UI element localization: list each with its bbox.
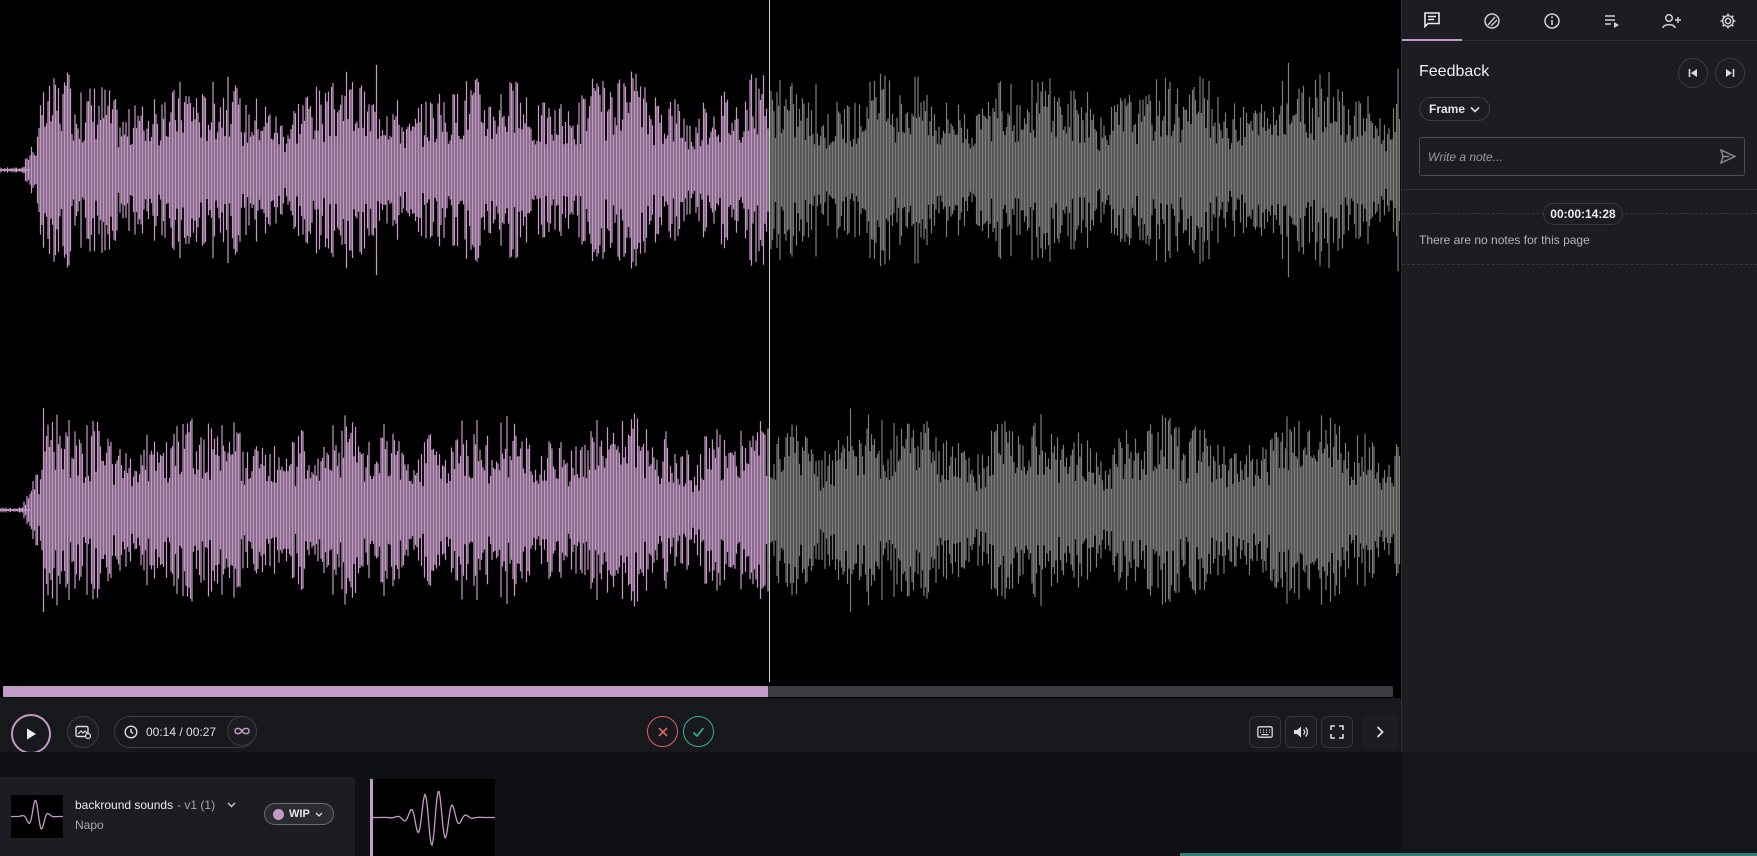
asset-name: backround sounds bbox=[75, 798, 174, 812]
keyboard-shortcuts-button[interactable] bbox=[1249, 716, 1281, 748]
audio-waveform-viewer[interactable] bbox=[0, 0, 1401, 682]
keyboard-icon bbox=[1257, 726, 1273, 738]
reject-button[interactable] bbox=[647, 716, 678, 747]
asset-title-row[interactable]: backround sounds - v1 (1) bbox=[75, 798, 236, 812]
player-controls-bar: 00:14 / 00:27 bbox=[0, 698, 1401, 754]
playhead-line[interactable] bbox=[769, 0, 770, 682]
status-label: WIP bbox=[289, 808, 310, 820]
sidebar-title: Feedback bbox=[1419, 63, 1490, 80]
duration: 00:27 bbox=[186, 725, 217, 739]
chevron-down-icon bbox=[1470, 106, 1480, 113]
sidebar-tabs bbox=[1402, 0, 1757, 41]
loop-button[interactable] bbox=[227, 716, 257, 746]
note-composer bbox=[1419, 137, 1745, 176]
approve-button[interactable] bbox=[683, 716, 714, 747]
chevron-down-icon[interactable] bbox=[227, 802, 236, 808]
current-version-card[interactable]: backround sounds - v1 (1) Napo WIP bbox=[0, 777, 355, 856]
feedback-sidebar: Feedback Frame 00:00:14:28 There are no … bbox=[1401, 0, 1757, 752]
chevron-right-icon bbox=[1376, 726, 1384, 738]
gear-icon bbox=[1720, 13, 1736, 28]
send-icon[interactable] bbox=[1720, 149, 1736, 164]
tab-playlist[interactable] bbox=[1582, 0, 1642, 41]
sidebar-footer bbox=[1401, 752, 1757, 856]
check-icon bbox=[692, 726, 705, 737]
comment-icon bbox=[1424, 11, 1440, 28]
tab-share[interactable] bbox=[1642, 0, 1702, 41]
waveform-left-svg bbox=[0, 62, 1401, 278]
volume-button[interactable] bbox=[1285, 716, 1317, 748]
empty-notes-message: There are no notes for this page bbox=[1419, 233, 1590, 247]
play-button[interactable] bbox=[11, 714, 51, 754]
play-icon bbox=[27, 728, 36, 740]
composer-divider bbox=[1402, 189, 1757, 190]
timeline-clip-thumbnail[interactable] bbox=[370, 779, 495, 856]
current-time: 00:14 bbox=[146, 725, 177, 739]
fullscreen-icon bbox=[1330, 725, 1344, 739]
skip-previous-icon bbox=[1688, 69, 1697, 77]
tab-comments[interactable] bbox=[1402, 0, 1462, 41]
timeline-played-fill bbox=[3, 686, 768, 697]
time-separator: / bbox=[176, 725, 187, 739]
close-icon bbox=[657, 726, 668, 737]
tab-settings[interactable] bbox=[1698, 0, 1757, 41]
palette-icon bbox=[1484, 12, 1500, 29]
asset-version: - v1 (1) bbox=[177, 798, 216, 812]
expand-panel-button[interactable] bbox=[1362, 714, 1398, 750]
previous-note-button[interactable] bbox=[1678, 58, 1708, 88]
timeline-scrubber[interactable] bbox=[3, 686, 1393, 697]
status-dot bbox=[273, 808, 284, 820]
fullscreen-button[interactable] bbox=[1321, 716, 1353, 748]
waveform-right-svg bbox=[0, 407, 1401, 613]
waveform-thumbnail-icon bbox=[11, 799, 63, 830]
playlist-icon bbox=[1605, 14, 1619, 28]
clock-icon bbox=[124, 725, 138, 739]
waveform-channel-left bbox=[0, 40, 1401, 300]
note-input[interactable] bbox=[1428, 138, 1708, 175]
volume-icon bbox=[1294, 726, 1309, 738]
version-thumbnail bbox=[11, 795, 63, 838]
review-player-app: 00:14 / 00:27 Feedback Frame Write a not… bbox=[0, 0, 1757, 856]
notes-end-divider bbox=[1402, 264, 1757, 265]
asset-owner: Napo bbox=[75, 818, 104, 832]
media-settings-button[interactable] bbox=[67, 716, 99, 748]
note-filter-label: Frame bbox=[1429, 102, 1466, 116]
timecode-badge: 00:00:14:28 bbox=[1543, 203, 1623, 225]
tab-annotations[interactable] bbox=[1462, 0, 1522, 41]
info-icon bbox=[1544, 12, 1560, 29]
waveform-clip-icon bbox=[373, 790, 495, 847]
tab-info[interactable] bbox=[1522, 0, 1582, 41]
note-filter-dropdown[interactable]: Frame bbox=[1419, 97, 1490, 121]
add-user-icon bbox=[1662, 13, 1681, 28]
infinity-icon bbox=[234, 727, 250, 735]
next-note-button[interactable] bbox=[1715, 58, 1745, 88]
skip-next-icon bbox=[1726, 69, 1735, 77]
image-settings-icon bbox=[75, 725, 91, 739]
status-dropdown[interactable]: WIP bbox=[264, 803, 334, 825]
chevron-down-icon bbox=[315, 812, 323, 817]
waveform-channel-right bbox=[0, 380, 1401, 640]
